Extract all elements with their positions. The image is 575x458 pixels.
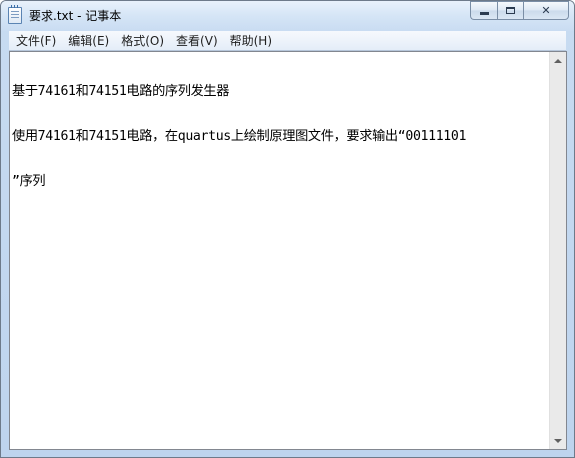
minimize-icon: [479, 11, 489, 15]
close-button[interactable]: ✕: [523, 1, 569, 20]
window-title: 要求.txt - 记事本: [29, 9, 122, 23]
notepad-window: 要求.txt - 记事本 ✕ 文件(F) 编辑(E) 格式(O) 查看(V) 帮…: [0, 0, 575, 458]
caption-buttons: ✕: [470, 1, 569, 20]
document-line: 使用74161和74151电路，在quartus上绘制原理图文件，要求输出“00…: [12, 129, 467, 144]
vertical-scrollbar[interactable]: [549, 52, 566, 449]
document-line: 基于74161和74151电路的序列发生器: [12, 84, 230, 99]
menu-format[interactable]: 格式(O): [116, 32, 169, 49]
notepad-icon[interactable]: [8, 5, 22, 24]
document-line: ”序列: [12, 174, 46, 189]
scroll-down-button[interactable]: [550, 432, 566, 449]
scroll-down-arrow-icon: [554, 438, 562, 443]
text-editor[interactable]: 基于74161和74151电路的序列发生器 使用74161和74151电路，在q…: [9, 51, 567, 450]
menu-view[interactable]: 查看(V): [171, 32, 223, 49]
minimize-button[interactable]: [470, 1, 497, 20]
document-text[interactable]: 基于74161和74151电路的序列发生器 使用74161和74151电路，在q…: [12, 54, 548, 447]
maximize-button[interactable]: [497, 1, 523, 20]
scroll-up-arrow-icon: [554, 58, 562, 63]
close-icon: ✕: [541, 4, 551, 17]
menu-file[interactable]: 文件(F): [11, 32, 61, 49]
scroll-up-button[interactable]: [550, 52, 566, 69]
maximize-icon: [506, 7, 515, 14]
menu-help[interactable]: 帮助(H): [225, 32, 277, 49]
menu-bar: 文件(F) 编辑(E) 格式(O) 查看(V) 帮助(H): [9, 31, 566, 51]
title-bar[interactable]: 要求.txt - 记事本 ✕: [1, 1, 574, 31]
menu-edit[interactable]: 编辑(E): [63, 32, 114, 49]
